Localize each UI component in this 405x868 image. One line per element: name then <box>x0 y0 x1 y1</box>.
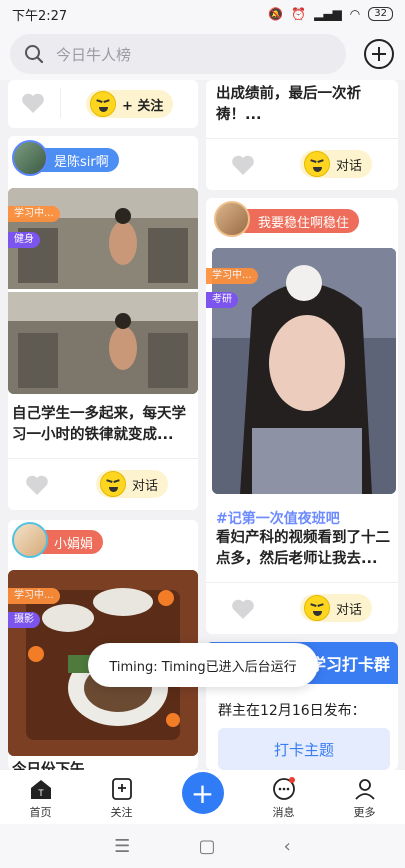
follow-button[interactable]: + 关注 <box>86 90 174 118</box>
post-text: 自己学生一多起来，每天学习一小时的铁律就变成... <box>12 406 186 443</box>
grin-emoji-icon <box>100 471 126 497</box>
back-icon[interactable]: ‹ <box>284 836 291 857</box>
category-tag: 健身 <box>8 232 40 248</box>
top-bar: 今日牛人榜 <box>0 28 405 80</box>
post-text: 今日份下午... <box>12 762 102 770</box>
category-tag: 摄影 <box>8 612 40 628</box>
nav-item-messages[interactable]: 消息 <box>243 777 324 820</box>
home-square-icon[interactable]: ▢ <box>198 836 215 857</box>
divider <box>206 582 398 583</box>
follow-icon <box>111 778 132 800</box>
divider <box>8 458 198 459</box>
checkin-topic-button[interactable]: 打卡主题 <box>218 728 390 770</box>
heart-icon[interactable] <box>24 474 50 496</box>
user-name: 是陈sir啊 <box>54 154 109 170</box>
left-card-1[interactable]: 学习中... 健身 自己学生一多起来，每天学习一小时的铁律就变成... 对话 <box>8 136 198 510</box>
heart-icon[interactable] <box>20 92 46 114</box>
heart-icon[interactable] <box>230 598 256 620</box>
user-name: 小娟娟 <box>54 536 94 552</box>
user-avatar[interactable] <box>12 522 48 558</box>
toast-message: Timing: Timing已进入后台运行 <box>88 643 318 687</box>
alarm-icon: ⏰ <box>291 7 307 21</box>
studying-tag: 学习中... <box>8 206 60 222</box>
status-time: 下午2:27 <box>12 8 68 24</box>
grin-emoji-icon <box>304 151 330 177</box>
search-placeholder: 今日牛人榜 <box>56 45 132 64</box>
post-photo[interactable] <box>212 248 396 494</box>
chat-label: 对话 <box>132 478 159 494</box>
divider <box>206 138 398 139</box>
group-owner-line: 群主在12月16日发布： <box>218 703 366 719</box>
chat-button[interactable]: 对话 <box>96 470 169 498</box>
follow-label: + 关注 <box>122 98 164 114</box>
nav-item-more[interactable]: 更多 <box>324 777 405 820</box>
user-name-tag[interactable]: 我要稳住啊稳住 <box>234 209 360 233</box>
group-banner-label: 学习打卡群 <box>309 655 390 674</box>
battery-icon: 32 <box>368 7 393 21</box>
chat-label: 对话 <box>336 158 363 174</box>
user-avatar[interactable] <box>12 140 48 176</box>
post-hashtag[interactable]: #记第一次值夜班吧 <box>216 508 340 528</box>
system-nav-bar: ☰ ▢ ‹ <box>0 824 405 868</box>
studying-tag: 学习中... <box>206 268 258 284</box>
search-input[interactable]: 今日牛人榜 <box>10 34 346 74</box>
add-circle-icon[interactable] <box>364 39 394 69</box>
home-icon: T <box>30 780 51 799</box>
status-icons: 🔕 ⏰ ▂▄▆ ◠ 32 <box>268 7 393 21</box>
user-name: 我要稳住啊稳住 <box>258 215 350 231</box>
portrait-photo-image <box>212 248 396 494</box>
heart-icon[interactable] <box>230 154 256 176</box>
message-icon <box>272 777 295 800</box>
chat-label: 对话 <box>336 602 363 618</box>
wifi-icon: ◠ <box>349 7 361 21</box>
post-text: 出成绩前，最后一次祈祷！... <box>216 86 361 123</box>
nav-label: 消息 <box>272 806 295 819</box>
bottom-nav: T 首页 关注 + 消息 更多 <box>0 770 405 824</box>
search-icon <box>25 45 44 64</box>
divider <box>60 88 61 118</box>
nav-item-add[interactable]: + <box>162 772 243 820</box>
nav-label: 关注 <box>110 806 133 819</box>
svg-text:T: T <box>38 788 44 798</box>
user-icon <box>354 779 375 800</box>
nav-label: 首页 <box>29 806 52 819</box>
status-bar: 下午2:27 🔕 ⏰ ▂▄▆ ◠ 32 <box>0 0 405 28</box>
studying-tag: 学习中... <box>8 588 60 604</box>
nav-label: 更多 <box>353 806 376 819</box>
checkin-topic-label: 打卡主题 <box>273 740 334 759</box>
chat-button[interactable]: 对话 <box>300 594 373 622</box>
grin-emoji-icon <box>90 91 116 117</box>
mute-icon: 🔕 <box>268 7 284 21</box>
nav-item-follow[interactable]: 关注 <box>81 777 162 820</box>
plus-icon[interactable]: + <box>181 772 224 814</box>
signal-icon: ▂▄▆ <box>314 7 342 21</box>
post-text: 看妇产科的视频看到了十二点多，然后老师让我去... <box>216 530 390 567</box>
right-card-0[interactable]: 出成绩前，最后一次祈祷！... 对话 <box>206 80 398 190</box>
menu-icon[interactable]: ☰ <box>114 836 130 857</box>
category-tag: 考研 <box>206 292 238 308</box>
user-avatar[interactable] <box>214 201 250 237</box>
right-card-1[interactable]: 学习中... 考研 #记第一次值夜班吧 看妇产科的视频看到了十二点多，然后老师让… <box>206 198 398 634</box>
nav-item-home[interactable]: T 首页 <box>0 777 81 820</box>
grin-emoji-icon <box>304 595 330 621</box>
left-card-0: + 关注 <box>8 80 198 128</box>
chat-button[interactable]: 对话 <box>300 150 373 178</box>
